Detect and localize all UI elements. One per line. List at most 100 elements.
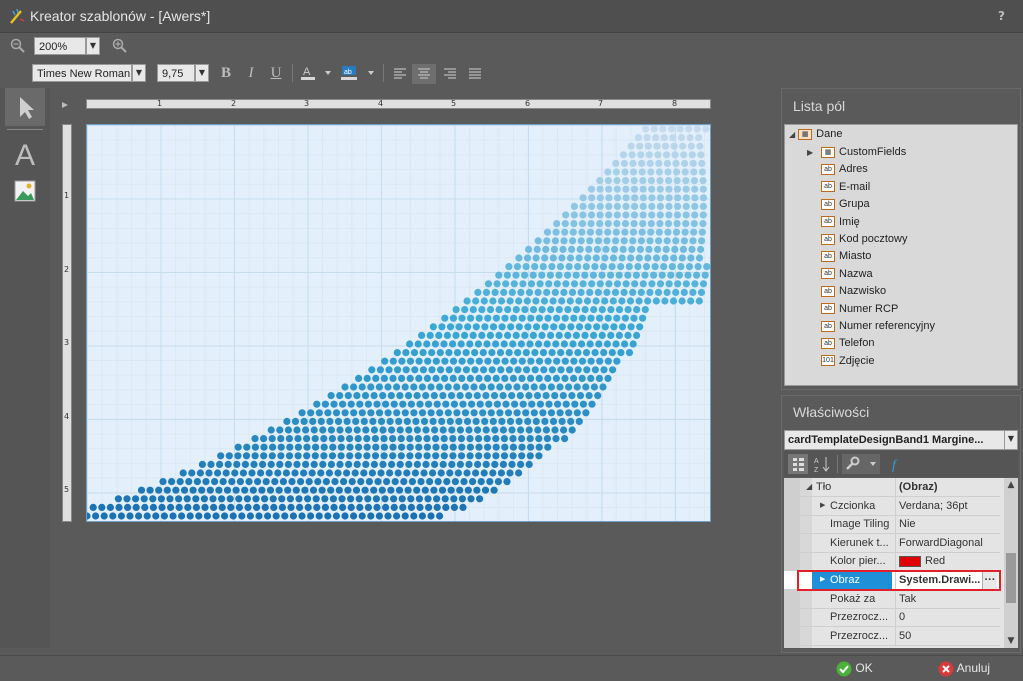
pattern-dot	[406, 357, 415, 365]
pattern-dot	[475, 443, 483, 451]
pointer-tool-button[interactable]	[5, 88, 45, 126]
ruler-label: 4	[64, 412, 70, 421]
property-value[interactable]: 0	[895, 608, 999, 627]
bold-button[interactable]: B	[216, 63, 236, 83]
zoom-out-icon[interactable]	[10, 38, 26, 54]
tree-root-dane[interactable]: ◢ ▦ Dane	[789, 126, 842, 143]
pattern-dot	[270, 503, 278, 511]
pattern-dot	[374, 478, 382, 486]
align-left-button[interactable]	[390, 64, 412, 84]
pattern-dot	[420, 417, 429, 425]
property-row[interactable]: Kierunek t... ForwardDiagonal	[784, 533, 1000, 553]
field-item[interactable]: ab Numer referencyjny	[821, 318, 935, 335]
pattern-dot	[509, 374, 517, 382]
property-value[interactable]: 50	[895, 626, 999, 645]
align-center-button[interactable]	[412, 64, 436, 84]
categorized-icon[interactable]	[788, 454, 808, 474]
pattern-dot	[427, 383, 435, 391]
property-value[interactable]: ForwardDiagonal	[895, 533, 999, 552]
pattern-dot	[476, 495, 484, 503]
pattern-dot	[353, 460, 361, 468]
highlight-color-icon[interactable]: ab	[340, 64, 376, 82]
sort-alphabetical-icon[interactable]: A Z	[812, 454, 832, 474]
field-item[interactable]: ab Adres	[821, 161, 868, 178]
zoom-in-icon[interactable]	[112, 38, 128, 54]
function-icon[interactable]: f	[887, 454, 907, 474]
pattern-dot	[567, 417, 575, 425]
property-row[interactable]: ▶ Czcionka Verdana; 36pt	[784, 496, 1000, 516]
image-tool-button[interactable]	[5, 176, 45, 210]
font-size-select[interactable]: 9,75	[157, 64, 195, 82]
field-item[interactable]: ab Nazwa	[821, 266, 873, 283]
field-item[interactable]: ab Nazwisko	[821, 283, 886, 300]
font-family-select[interactable]: Times New Roman	[32, 64, 132, 82]
property-row[interactable]: Image Tiling Nie	[784, 515, 1000, 535]
pattern-dot	[662, 245, 670, 253]
scroll-up-icon[interactable]: ▲	[1004, 478, 1018, 492]
property-value[interactable]: Nie	[895, 515, 999, 534]
cancel-button[interactable]: Anuluj	[938, 658, 990, 678]
justify-button[interactable]	[463, 64, 487, 84]
pattern-dot	[370, 460, 378, 468]
pattern-dot	[510, 314, 518, 322]
font-family-dropdown-arrow[interactable]: ▼	[132, 64, 146, 82]
pattern-dot	[192, 495, 200, 503]
pattern-dot	[243, 443, 251, 451]
underline-button[interactable]: U	[266, 63, 286, 83]
field-item[interactable]: ab E-mail	[821, 179, 870, 196]
field-item-label: CustomFields	[839, 146, 907, 158]
property-value[interactable]: (Obraz)	[895, 478, 999, 496]
pattern-dot	[565, 349, 573, 357]
property-row[interactable]: ◢ Tło (Obraz)	[784, 478, 1000, 497]
pattern-dot	[345, 426, 353, 434]
object-selector-arrow[interactable]: ▼	[1004, 430, 1018, 450]
pattern-dot	[576, 245, 584, 253]
pattern-dot	[472, 323, 480, 331]
scroll-thumb[interactable]	[1006, 553, 1016, 603]
scroll-down-icon[interactable]: ▼	[1004, 634, 1018, 648]
font-color-icon[interactable]: A	[300, 64, 336, 82]
text-tool-button[interactable]: A	[5, 136, 45, 172]
pattern-dot	[613, 220, 621, 228]
pattern-dot	[404, 486, 412, 494]
fields-tree: ◢ ▦ Dane ▶ ▦ CustomFields ab Adres ab E-mail ab Gru…	[784, 124, 1018, 386]
property-value[interactable]: Verdana; 36pt	[895, 496, 999, 515]
object-selector[interactable]: cardTemplateDesignBand1 Margine...	[784, 430, 1018, 450]
property-value[interactable]: Tak	[895, 589, 999, 608]
pattern-dot	[596, 202, 604, 210]
ok-button[interactable]: OK	[836, 658, 873, 678]
field-item[interactable]: ab Grupa	[821, 196, 870, 213]
pattern-dot	[482, 426, 490, 434]
field-item[interactable]: ab Imię	[821, 214, 860, 231]
pattern-dot	[615, 306, 624, 314]
pattern-dot	[660, 263, 668, 271]
pattern-dot	[621, 168, 629, 176]
pattern-dot	[535, 435, 543, 443]
pattern-dot	[641, 306, 649, 314]
properties-scrollbar[interactable]: ▲ ▼	[1004, 478, 1018, 648]
field-item[interactable]: 101 Zdjęcie	[821, 353, 874, 370]
zoom-dropdown-arrow[interactable]: ▼	[86, 37, 100, 55]
property-row[interactable]: Przezrocz... 50	[784, 626, 1000, 646]
field-item[interactable]: ab Numer RCP	[821, 301, 898, 318]
field-item[interactable]: ▶ ▦ CustomFields	[807, 144, 907, 161]
pattern-dot	[405, 426, 413, 434]
property-row[interactable]: Kolor pier... Red	[784, 552, 1000, 572]
italic-button[interactable]: I	[241, 63, 261, 83]
field-item[interactable]: ab Kod pocztowy	[821, 231, 907, 248]
property-row[interactable]: Przezrocz... 0	[784, 608, 1000, 628]
help-button[interactable]: ?	[998, 9, 1005, 23]
font-size-dropdown-arrow[interactable]: ▼	[195, 64, 209, 82]
pattern-dot	[509, 443, 517, 451]
property-row[interactable]: Pokaż za Tak	[784, 589, 1000, 609]
align-right-button[interactable]	[438, 64, 462, 84]
field-item[interactable]: ab Telefon	[821, 335, 874, 352]
pattern-dot	[679, 142, 687, 150]
zoom-select[interactable]: 200%	[34, 37, 86, 55]
pattern-dot	[667, 271, 675, 279]
property-value[interactable]: Red	[895, 552, 999, 571]
pattern-dot	[429, 469, 437, 477]
field-item[interactable]: ab Miasto	[821, 248, 871, 265]
design-canvas[interactable]	[86, 124, 711, 522]
wrench-icon[interactable]	[842, 454, 880, 474]
